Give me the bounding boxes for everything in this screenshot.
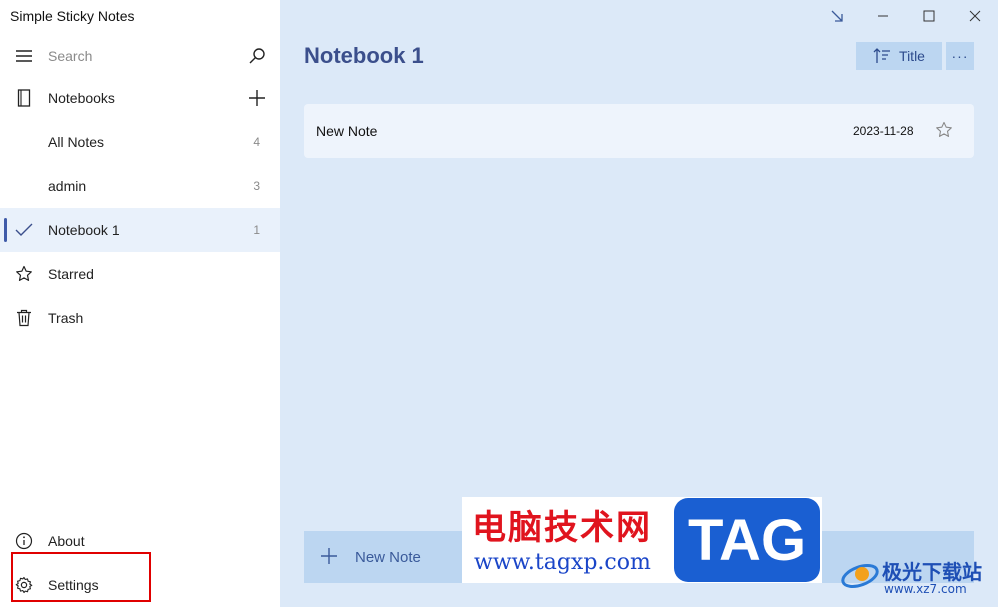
trash-icon [14,308,34,328]
note-count: 3 [253,179,260,193]
starred-label: Starred [48,266,94,282]
sort-label: Title [899,48,925,64]
arrow-down-right-icon [831,10,843,22]
compact-overlay-button[interactable] [814,0,860,32]
sidebar-item-starred[interactable]: Starred [0,252,280,296]
window-controls [814,0,998,32]
close-icon [969,10,981,22]
page-title: Notebook 1 [304,43,424,68]
sidebar-item-label: All Notes [48,134,105,150]
search-input[interactable]: Search [48,48,92,64]
sidebar-item-notebooks[interactable]: Notebooks [0,76,280,120]
note-title: New Note [316,123,378,139]
trash-label: Trash [48,310,84,326]
checkmark-icon [14,220,34,240]
watermark-url: www.tagxp.com [474,550,651,575]
note-card[interactable]: New Note 2023-11-28 [304,104,974,158]
note-count: 4 [253,135,260,149]
search-icon[interactable] [246,45,268,67]
watermark-right-cn: 极光下载站 [882,560,982,584]
search-row[interactable]: Search [0,34,280,78]
sidebar: Simple Sticky Notes Search Notebooks All… [0,0,280,607]
watermark-tag-logo: TAG [674,498,820,582]
about-label: About [48,533,85,549]
info-icon [14,531,34,551]
notebook-icon [14,88,34,108]
notebooks-label: Notebooks [48,90,115,106]
settings-highlight-box [11,552,151,602]
watermark-cn-text: 电脑技术网 [472,508,652,548]
plus-icon [321,548,337,564]
star-icon[interactable] [934,120,954,140]
maximize-icon [923,10,935,22]
app-title: Simple Sticky Notes [10,8,135,24]
sort-button[interactable]: Title [856,42,942,70]
close-button[interactable] [952,0,998,32]
sidebar-item-label: Notebook 1 [48,222,120,238]
more-options-button[interactable]: ··· [946,42,974,70]
minimize-icon [878,15,888,17]
hamburger-menu-icon[interactable] [14,46,34,66]
maximize-button[interactable] [906,0,952,32]
sidebar-item-label: admin [48,178,87,194]
new-note-label: New Note [355,549,421,566]
sidebar-item-all-notes[interactable]: All Notes 4 [0,120,280,164]
add-notebook-icon[interactable] [246,87,268,109]
star-icon [14,264,34,284]
sort-icon [873,48,891,63]
watermark-swirl-logo [841,564,879,588]
minimize-button[interactable] [860,0,906,32]
sidebar-item-trash[interactable]: Trash [0,296,280,340]
note-count: 1 [253,223,260,237]
sidebar-item-notebook-1[interactable]: Notebook 1 1 [0,208,280,252]
watermark-right-url: www.xz7.com [884,582,967,596]
note-date: 2023-11-28 [853,124,914,138]
sidebar-item-admin[interactable]: admin 3 [0,164,280,208]
